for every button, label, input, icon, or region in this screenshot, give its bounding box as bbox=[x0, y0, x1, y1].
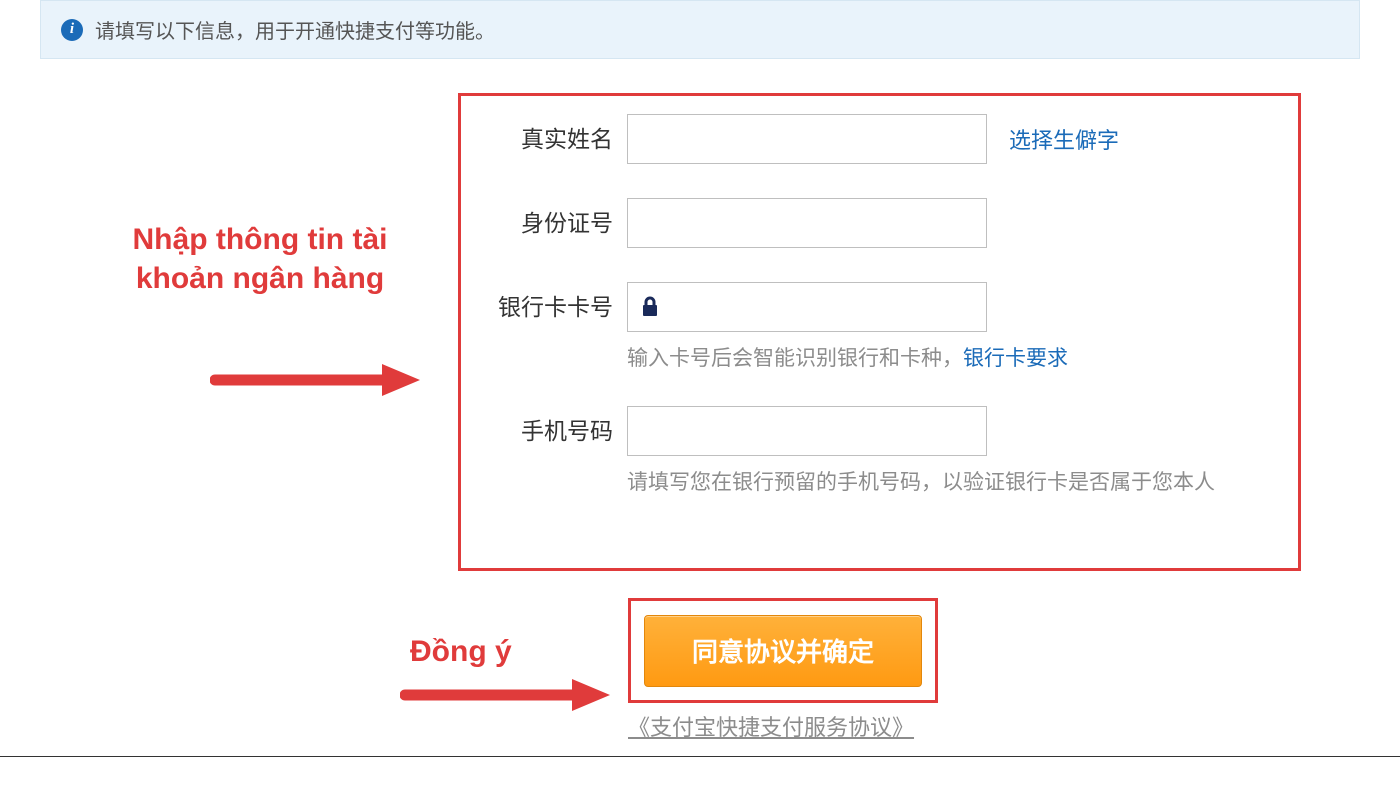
bankcard-hint: 输入卡号后会智能识别银行和卡种，银行卡要求 bbox=[627, 342, 1272, 372]
id-label: 身份证号 bbox=[487, 198, 627, 248]
row-bankcard: 银行卡卡号 输入卡号后会智能识别银行和卡种，银行卡要求 bbox=[487, 282, 1272, 372]
arrow-icon bbox=[210, 360, 420, 400]
lock-icon bbox=[638, 295, 662, 319]
submit-highlight-box: 同意协议并确定 bbox=[628, 598, 938, 703]
info-banner-text: 请填写以下信息，用于开通快捷支付等功能。 bbox=[95, 15, 495, 44]
bankcard-input[interactable] bbox=[627, 282, 987, 332]
bankcard-requirements-link[interactable]: 银行卡要求 bbox=[963, 347, 1068, 370]
divider bbox=[0, 756, 1400, 757]
row-realname: 真实姓名 选择生僻字 bbox=[487, 114, 1272, 164]
bankcard-label: 银行卡卡号 bbox=[487, 282, 627, 332]
phone-hint: 请填写您在银行预留的手机号码，以验证银行卡是否属于您本人 bbox=[627, 466, 1272, 496]
annotation-bank-info: Nhập thông tin tài khoản ngân hàng bbox=[100, 220, 420, 298]
realname-label: 真实姓名 bbox=[487, 114, 627, 164]
realname-input[interactable] bbox=[627, 114, 987, 164]
row-phone: 手机号码 请填写您在银行预留的手机号码，以验证银行卡是否属于您本人 bbox=[487, 406, 1272, 496]
bankcard-hint-text: 输入卡号后会智能识别银行和卡种， bbox=[627, 347, 963, 370]
phone-label: 手机号码 bbox=[487, 406, 627, 456]
row-id: 身份证号 bbox=[487, 198, 1272, 248]
info-banner: i 请填写以下信息，用于开通快捷支付等功能。 bbox=[40, 0, 1360, 59]
form-highlight-box: 真实姓名 选择生僻字 身份证号 银行卡卡号 bbox=[458, 93, 1301, 571]
arrow-icon bbox=[400, 675, 610, 715]
id-input[interactable] bbox=[627, 198, 987, 248]
agree-submit-button[interactable]: 同意协议并确定 bbox=[644, 615, 922, 687]
phone-input[interactable] bbox=[627, 406, 987, 456]
agreement-link[interactable]: 《支付宝快捷支付服务协议》 bbox=[628, 710, 914, 742]
annotation-agree: Đồng ý bbox=[410, 635, 512, 669]
info-icon: i bbox=[61, 19, 83, 41]
rare-char-link[interactable]: 选择生僻字 bbox=[1009, 123, 1119, 155]
